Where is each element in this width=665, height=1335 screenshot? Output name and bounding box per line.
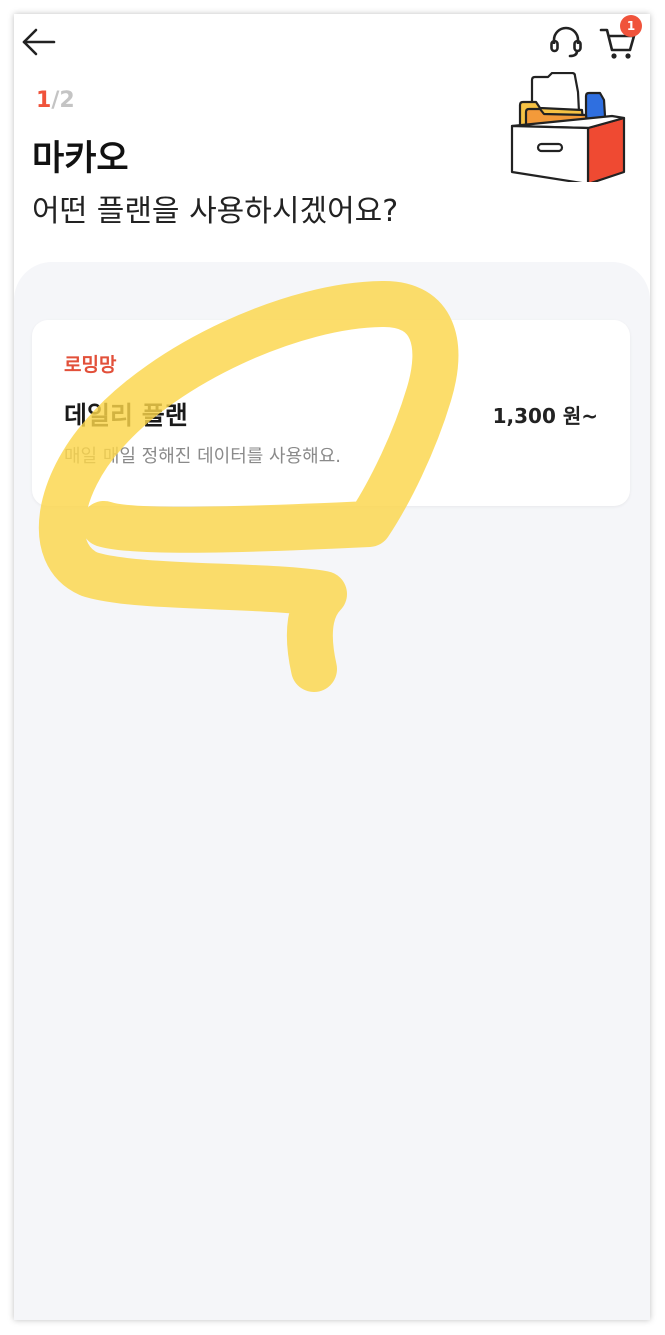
plan-question: 어떤 플랜을 사용하시겠어요? [32, 194, 399, 229]
plan-description: 매일 매일 정해진 데이터를 사용해요. [64, 446, 342, 467]
step-total: 2 [59, 88, 75, 113]
app-screen: 1 1/2 마카오 어떤 플랜을 사용하시겠어요? 로밍망 데일리 플랜 1,3… [14, 14, 650, 1320]
top-bar: 1 [14, 14, 650, 74]
customer-support-button[interactable] [546, 22, 586, 62]
file-box-illustration [510, 72, 626, 182]
arrow-left-icon [22, 28, 56, 56]
plan-card-daily[interactable]: 로밍망 데일리 플랜 1,300 원~ 매일 매일 정해진 데이터를 사용해요. [32, 320, 630, 506]
step-indicator: 1/2 [36, 88, 75, 113]
back-button[interactable] [18, 22, 58, 62]
headset-icon [550, 26, 582, 58]
network-tag: 로밍망 [64, 354, 117, 376]
step-current: 1 [36, 88, 52, 113]
cart-count-badge: 1 [620, 15, 642, 37]
plan-name: 데일리 플랜 [64, 401, 188, 430]
plan-price: 1,300 원~ [492, 404, 598, 428]
destination-title: 마카오 [32, 139, 129, 179]
